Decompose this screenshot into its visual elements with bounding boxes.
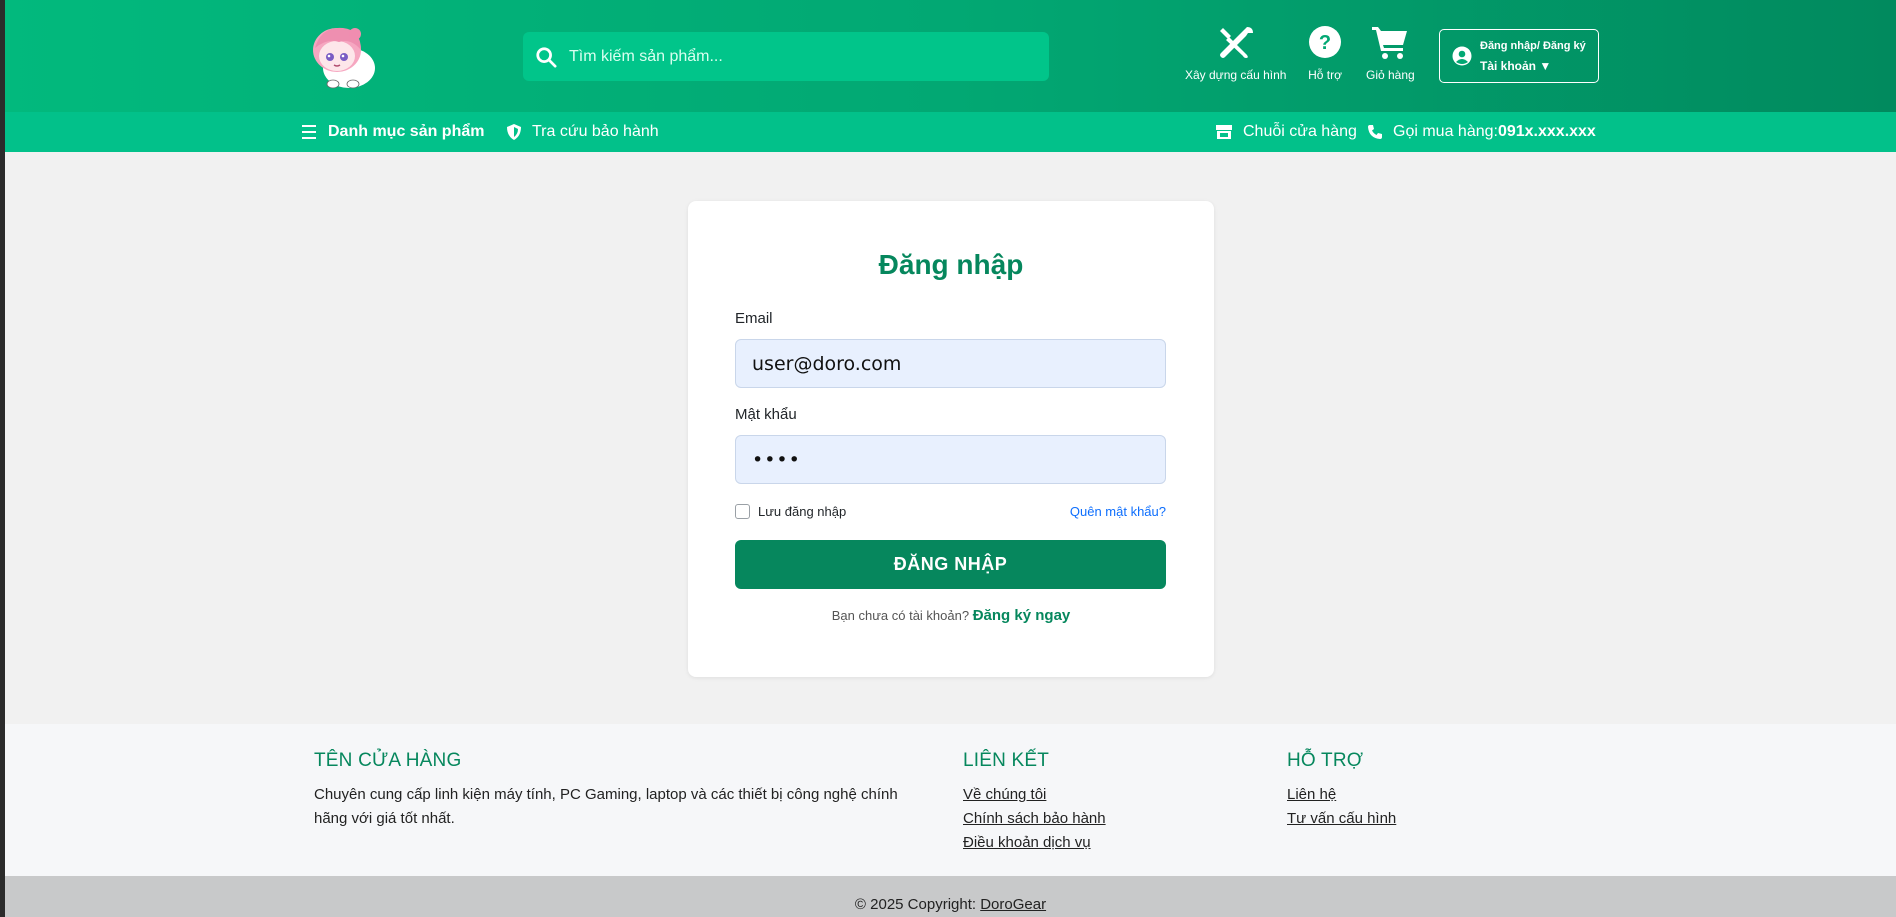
copyright-text: © 2025 Copyright: (854, 896, 981, 913)
logo-mascot (313, 27, 375, 89)
warranty-label: Tra cứu bảo hành (532, 123, 659, 140)
password-label: Mật khẩu (735, 406, 797, 423)
login-button[interactable]: ĐĂNG NHẬP (735, 540, 1166, 589)
support-button[interactable]: ? Hỗ trợ (1307, 24, 1343, 82)
cart-icon (1372, 27, 1408, 59)
site-logo[interactable] (303, 20, 379, 92)
copyright-brand-link[interactable]: DoroGear (980, 896, 1046, 913)
footer-links-title: LIÊN KẾT (963, 750, 1050, 771)
search-icon[interactable] (535, 46, 557, 68)
login-card: Đăng nhập Email Mật khẩu Lưu đăng nhập Q… (688, 201, 1214, 677)
footer-store-title: TÊN CỬA HÀNG (314, 750, 462, 771)
login-title: Đăng nhập (878, 249, 1024, 280)
email-field[interactable] (735, 339, 1166, 388)
footer-links-column: LIÊN KẾT Về chúng tôi Chính sách bảo hàn… (963, 750, 1106, 855)
footer-link-contact[interactable]: Liên hệ (1287, 783, 1396, 807)
support-label: Hỗ trợ (1308, 68, 1342, 82)
search-bar[interactable] (523, 32, 1049, 81)
footer-support-column: HỖ TRỢ Liên hệ Tư vấn cấu hình (1287, 750, 1396, 831)
cart-label: Giỏ hàng (1366, 68, 1415, 82)
footer-link-build-advice[interactable]: Tư vấn cấu hình (1287, 807, 1396, 831)
remember-checkbox[interactable] (735, 504, 750, 519)
footer-link-warranty-policy[interactable]: Chính sách bảo hành (963, 807, 1106, 831)
store-icon (1216, 125, 1232, 139)
hotline-link[interactable]: Gọi mua hàng: 091x.xxx.xxx (1367, 112, 1596, 152)
signup-prompt: Bạn chưa có tài khoản? Đăng ký ngay (688, 607, 1214, 624)
account-dropdown[interactable]: Đăng nhập/ Đăng ký Tài khoản ▼ (1439, 29, 1599, 83)
nav-bar: Danh mục sản phẩm Tra cứu bảo hành Chuỗi… (5, 112, 1896, 152)
categories-menu[interactable]: Danh mục sản phẩm (302, 112, 484, 152)
phone-icon (1368, 125, 1382, 139)
forgot-password-link[interactable]: Quên mật khẩu? (1070, 504, 1166, 519)
footer-link-about[interactable]: Về chúng tôi (963, 783, 1106, 807)
svg-text:?: ? (1319, 32, 1331, 54)
footer-store-column: TÊN CỬA HÀNG Chuyên cung cấp linh kiện m… (314, 750, 934, 831)
password-field[interactable] (735, 435, 1166, 484)
footer: TÊN CỬA HÀNG Chuyên cung cấp linh kiện m… (5, 724, 1896, 876)
hotline-number: 091x.xxx.xxx (1497, 123, 1596, 140)
build-pc-button[interactable]: Xây dựng cấu hình (1185, 24, 1286, 82)
copyright-bar: © 2025 Copyright: DoroGear (5, 876, 1896, 917)
build-pc-label: Xây dựng cấu hình (1185, 68, 1287, 82)
remember-me[interactable]: Lưu đăng nhập (735, 504, 846, 519)
remember-label: Lưu đăng nhập (758, 504, 847, 519)
shield-icon (507, 124, 521, 140)
account-login-register-label: Đăng nhập/ Đăng ký (1480, 40, 1586, 52)
tools-icon (1219, 27, 1253, 58)
menu-icon (302, 125, 316, 139)
signup-link[interactable]: Đăng ký ngay (973, 607, 1071, 624)
user-circle-icon (1452, 46, 1472, 66)
help-icon: ? (1309, 26, 1341, 58)
cart-button[interactable]: Giỏ hàng (1366, 24, 1415, 82)
signup-prompt-text: Bạn chưa có tài khoản? (831, 608, 970, 623)
warranty-lookup-link[interactable]: Tra cứu bảo hành (506, 112, 659, 152)
footer-support-title: HỖ TRỢ (1287, 750, 1364, 771)
footer-store-description: Chuyên cung cấp linh kiện máy tính, PC G… (314, 786, 898, 827)
footer-link-terms[interactable]: Điều khoản dịch vụ (963, 831, 1106, 855)
email-label: Email (735, 310, 773, 327)
store-chain-link[interactable]: Chuỗi cửa hàng (1215, 112, 1357, 152)
account-label: Tài khoản ▼ (1480, 59, 1552, 73)
search-input[interactable] (569, 47, 1009, 66)
store-chain-label: Chuỗi cửa hàng (1243, 123, 1357, 140)
hotline-label: Gọi mua hàng: (1393, 123, 1498, 140)
window-edge (0, 0, 5, 917)
categories-label: Danh mục sản phẩm (328, 123, 485, 140)
